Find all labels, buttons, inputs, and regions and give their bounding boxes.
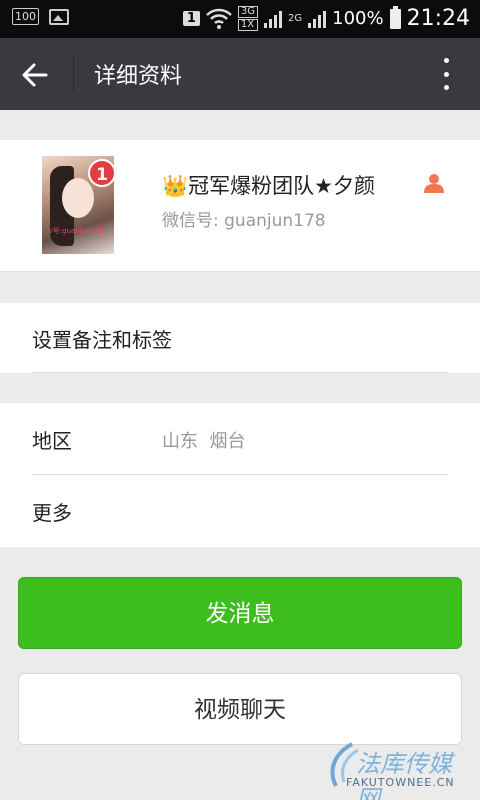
- battery-percent: 100%: [332, 8, 384, 29]
- app-bar-divider: [73, 56, 74, 92]
- person-icon: [424, 174, 444, 193]
- region-value: 山东 烟台: [162, 431, 246, 452]
- page-title: 详细资料: [94, 64, 183, 89]
- network-2g-label: 2G: [288, 13, 303, 24]
- more-label: 更多: [32, 501, 72, 525]
- notification-count-icon: 100: [12, 8, 39, 25]
- avatar-caption: V号:guanjun178: [48, 227, 104, 235]
- image-notification-icon: [49, 8, 69, 25]
- sim-slot-icon: 1: [182, 11, 200, 26]
- region-row[interactable]: 地区 山东 烟台: [0, 403, 480, 475]
- remark-tags-label: 设置备注和标签: [32, 328, 172, 352]
- app-bar: 详细资料: [0, 38, 480, 110]
- remark-tags-row[interactable]: 设置备注和标签: [0, 303, 480, 373]
- video-call-button[interactable]: 视频聊天: [18, 673, 462, 745]
- battery-icon: [389, 5, 401, 29]
- info-group: 地区 山东 烟台 更多: [0, 403, 480, 547]
- watermark-text: 法库传媒网: [356, 750, 452, 800]
- signal-bars-icon: [264, 10, 282, 28]
- network-3g-label: 3G: [237, 6, 258, 18]
- watermark: 法库传媒网 FAKUTOWNEE.CN: [322, 740, 472, 800]
- signal-bars-2-icon: [308, 10, 327, 28]
- region-label: 地区: [32, 429, 72, 453]
- watermark-sub: FAKUTOWNEE.CN: [346, 776, 455, 789]
- network-type-indicator: 3G 1X: [237, 6, 258, 31]
- profile-card: V号:guanjun178 👑冠军爆粉团队★夕颜 微信号: guanjun178: [0, 140, 480, 272]
- more-vertical-icon[interactable]: [444, 58, 450, 90]
- network-1x-label: 1X: [237, 19, 258, 31]
- wechat-id: 微信号: guanjun178: [162, 211, 326, 231]
- more-row[interactable]: 更多: [0, 475, 480, 547]
- clock: 21:24: [406, 6, 470, 31]
- row-divider: [32, 372, 448, 373]
- status-bar: 100 1 3G 1X 2G 100% 21:24: [0, 0, 480, 38]
- profile-name: 👑冠军爆粉团队★夕颜: [162, 174, 375, 198]
- wifi-icon: [205, 8, 232, 29]
- arrow-left-icon[interactable]: [20, 60, 50, 90]
- send-message-button[interactable]: 发消息: [18, 577, 462, 649]
- notification-badge: 1: [88, 159, 116, 187]
